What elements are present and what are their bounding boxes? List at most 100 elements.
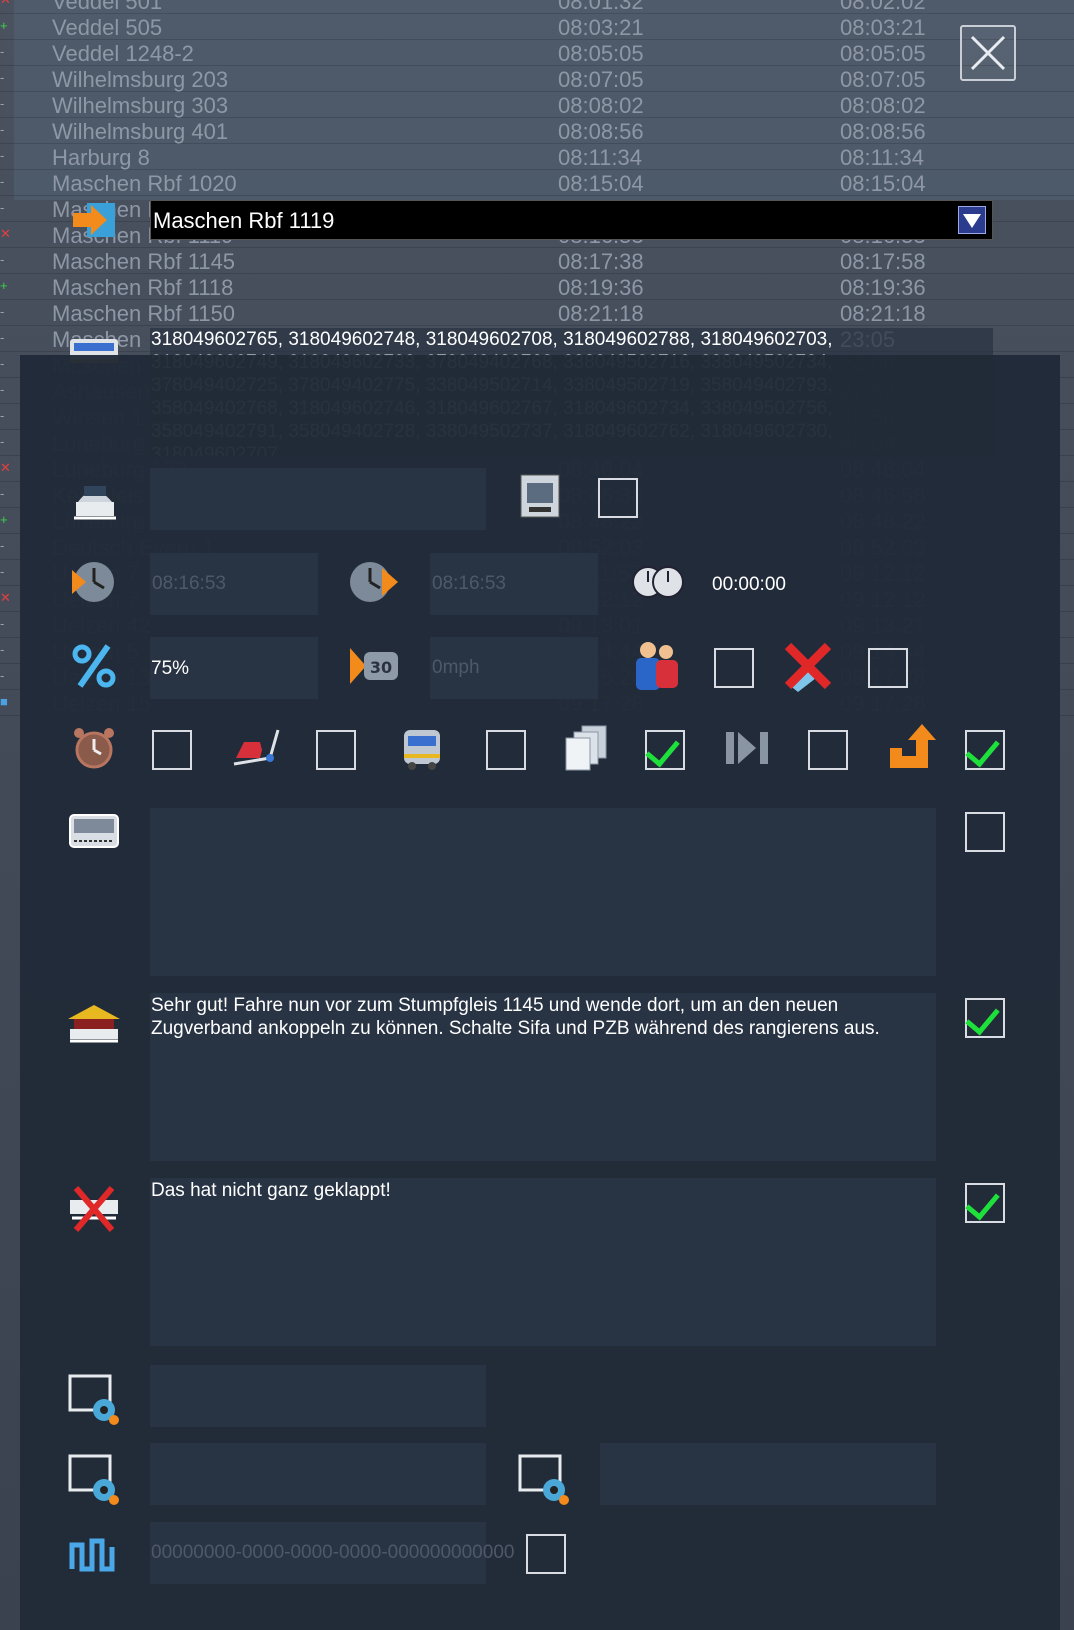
timetable-row[interactable]: - Veddel 1248-2 08:05:05 08:05:05 (0, 40, 1074, 66)
row-arrival: 08:11:34 (558, 145, 643, 170)
destination-icon (66, 192, 122, 248)
row-departure: 08:17:58 (840, 249, 926, 274)
row-marker-icon[interactable]: - (0, 330, 12, 345)
reverse-direction-icon (884, 720, 940, 776)
row-marker-icon[interactable]: - (0, 70, 12, 85)
row-departure: 08:08:02 (840, 93, 926, 118)
row-departure: 08:02:02 (840, 0, 926, 14)
row-marker-icon[interactable]: - (0, 96, 12, 111)
script-input-3[interactable] (600, 1443, 936, 1505)
ramp-checkbox[interactable] (316, 730, 356, 770)
percent-input[interactable]: 75% (150, 637, 318, 699)
alarm-clock-icon (66, 720, 122, 776)
row-arrival: 08:01:32 (558, 0, 644, 14)
row-marker-icon[interactable]: - (0, 486, 12, 501)
success-message-checkbox[interactable] (965, 998, 1005, 1038)
row-marker-icon[interactable]: - (0, 252, 12, 267)
speed-input[interactable]: 0mph (430, 637, 598, 699)
passengers-icon (628, 638, 684, 694)
guid-checkbox[interactable] (526, 1534, 566, 1574)
timetable-row[interactable]: + Veddel 505 08:03:21 08:03:21 (0, 14, 1074, 40)
row-departure: 08:15:04 (840, 171, 926, 196)
locomotive-icon (394, 720, 450, 776)
row-marker-icon[interactable]: - (0, 304, 12, 319)
row-station: Maschen Rbf 1118 (52, 275, 234, 300)
timetable-row[interactable]: - Wilhelmsburg 303 08:08:02 08:08:02 (0, 92, 1074, 118)
row-marker-icon[interactable]: ✕ (0, 0, 12, 8)
copy-checkbox[interactable] (645, 730, 685, 770)
row-arrival: 08:15:04 (558, 171, 644, 196)
arrival-time-icon (66, 554, 122, 610)
row-marker-icon[interactable]: ■ (0, 694, 12, 709)
station-checkbox[interactable] (598, 478, 638, 518)
row-arrival: 08:03:21 (558, 15, 644, 40)
row-departure: 08:05:05 (840, 41, 926, 66)
destination-select[interactable]: Maschen Rbf 1119 (150, 200, 993, 240)
percent-icon (66, 638, 122, 694)
script-input-1[interactable] (150, 1365, 486, 1427)
row-arrival: 08:05:05 (558, 41, 644, 66)
row-marker-icon[interactable]: - (0, 174, 12, 189)
timetable-row[interactable]: - Wilhelmsburg 401 08:08:56 08:08:56 (0, 118, 1074, 144)
failure-message-text: Das hat nicht ganz geklappt! (151, 1180, 391, 1201)
station-input[interactable] (150, 468, 486, 530)
success-message-field[interactable]: Sehr gut! Fahre nun vor zum Stumpfgleis … (150, 993, 936, 1161)
row-marker-icon[interactable]: ✕ (0, 226, 12, 242)
skip-checkbox[interactable] (808, 730, 848, 770)
timetable-row[interactable]: + Maschen Rbf 1118 08:19:36 08:19:36 (0, 274, 1074, 300)
failure-message-field[interactable]: Das hat nicht ganz geklappt! (150, 1178, 936, 1346)
timetable-row[interactable]: - Harburg 8 08:11:34 08:11:34 (0, 144, 1074, 170)
duration-field[interactable]: 00:00:00 (710, 553, 930, 615)
row-station: Veddel 505 (52, 15, 163, 40)
timetable-row[interactable]: - Maschen Rbf 1020 08:15:04 08:15:04 (0, 170, 1074, 196)
station-failure-icon (66, 1180, 122, 1236)
row-marker-icon[interactable]: - (0, 408, 12, 423)
row-marker-icon[interactable]: - (0, 564, 12, 579)
timetable-row[interactable]: ✕ Veddel 501 08:01:32 08:02:02 (0, 0, 1074, 14)
row-marker-icon[interactable]: - (0, 44, 12, 59)
copy-pages-icon (558, 720, 614, 776)
row-departure: 08:03:21 (840, 15, 926, 40)
timetable-train-icon (512, 468, 568, 524)
row-marker-icon[interactable]: - (0, 200, 12, 215)
row-station: Veddel 1248-2 (52, 41, 194, 66)
arrival-time-input[interactable]: 08:16:53 (150, 553, 318, 615)
platform-message-field[interactable] (150, 808, 936, 976)
failure-message-checkbox[interactable] (965, 1183, 1005, 1223)
row-marker-icon[interactable]: - (0, 538, 12, 553)
chevron-down-icon[interactable] (958, 206, 986, 234)
row-marker-icon[interactable]: - (0, 642, 12, 657)
row-marker-icon[interactable]: + (0, 278, 12, 293)
close-button[interactable] (960, 25, 1016, 81)
alarm-checkbox[interactable] (152, 730, 192, 770)
row-departure: 08:08:56 (840, 119, 926, 144)
timetable-row[interactable]: - Wilhelmsburg 203 08:07:05 08:07:05 (0, 66, 1074, 92)
duration-clock-icon (630, 554, 686, 610)
row-marker-icon[interactable]: - (0, 382, 12, 397)
guid-input[interactable]: 00000000-0000-0000-0000-000000000000 (150, 1522, 514, 1584)
row-arrival: 08:07:05 (558, 67, 644, 92)
percent-value: 75% (151, 658, 190, 679)
decouple-checkbox[interactable] (868, 648, 908, 688)
row-marker-icon[interactable]: ✕ (0, 590, 12, 606)
row-arrival: 08:17:38 (558, 249, 644, 274)
departure-time-input[interactable]: 08:16:53 (430, 553, 598, 615)
row-marker-icon[interactable]: - (0, 356, 12, 371)
reverse-checkbox[interactable] (965, 730, 1005, 770)
row-marker-icon[interactable]: - (0, 148, 12, 163)
row-marker-icon[interactable]: - (0, 434, 12, 449)
platform-message-checkbox[interactable] (965, 812, 1005, 852)
speed-badge-text: 30 (370, 658, 392, 677)
locomotive-checkbox[interactable] (486, 730, 526, 770)
row-marker-icon[interactable]: - (0, 122, 12, 137)
passengers-checkbox[interactable] (714, 648, 754, 688)
script-input-2[interactable] (150, 1443, 486, 1505)
row-marker-icon[interactable]: + (0, 18, 12, 33)
row-marker-icon[interactable]: - (0, 616, 12, 631)
timetable-row[interactable]: - Maschen Rbf 1145 08:17:38 08:17:58 (0, 248, 1074, 274)
skip-next-icon (720, 720, 776, 776)
row-marker-icon[interactable]: + (0, 512, 12, 527)
row-marker-icon[interactable]: ✕ (0, 460, 12, 476)
row-marker-icon[interactable]: - (0, 668, 12, 683)
timetable-row[interactable]: - Maschen Rbf 1150 08:21:18 08:21:18 (0, 300, 1074, 326)
